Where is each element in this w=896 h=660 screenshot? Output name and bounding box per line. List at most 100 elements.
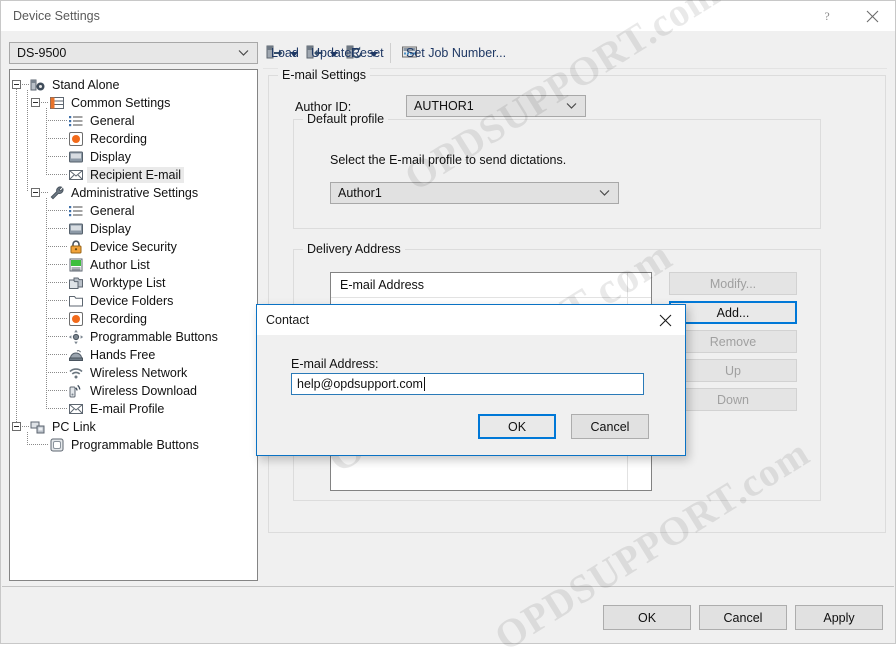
down-button[interactable]: Down [669, 388, 797, 411]
delivery-address-list-header[interactable]: E-mail Address [331, 273, 651, 298]
text-caret [423, 377, 425, 391]
remove-button[interactable]: Remove [669, 330, 797, 353]
record-dot-icon [68, 311, 84, 327]
tree-item-programmable-buttons[interactable]: Programmable Buttons [68, 328, 221, 346]
list-grid-icon [49, 95, 65, 111]
tree-expander-minus-icon[interactable] [31, 98, 40, 107]
tree-expander-minus-icon[interactable] [31, 188, 40, 197]
contact-dialog-titlebar: Contact [257, 305, 685, 335]
tree-item-label: Common Settings [71, 96, 171, 110]
record-dot-icon [68, 131, 84, 147]
tree-item-wireless-network[interactable]: Wireless Network [68, 364, 190, 382]
tree-item-label: PC Link [52, 420, 96, 434]
ok-button[interactable]: OK [603, 605, 691, 630]
tree-item-pc-link[interactable]: PC Link [30, 418, 99, 436]
up-button[interactable]: Up [669, 359, 797, 382]
hands-free-icon [68, 347, 84, 363]
tree-item-display[interactable]: Display [68, 148, 134, 166]
tree-item-stand-alone[interactable]: Stand Alone [30, 76, 122, 94]
tree-expander-minus-icon[interactable] [12, 422, 21, 431]
add-button[interactable]: Add... [669, 301, 797, 324]
chevron-down-icon [566, 102, 577, 110]
dialog-cancel-button[interactable]: Cancel [571, 414, 649, 439]
tree-expander-minus-icon[interactable] [12, 80, 21, 89]
close-icon[interactable] [850, 1, 895, 31]
apply-button[interactable]: Apply [795, 605, 883, 630]
button-square-icon [49, 437, 65, 453]
default-profile-select[interactable]: Author1 [330, 182, 619, 204]
tree-item-label: Device Security [90, 240, 177, 254]
toolbar-update-button[interactable]: Update [303, 40, 351, 66]
help-icon[interactable]: ? [804, 1, 849, 31]
tree-item-recording[interactable]: Recording [68, 310, 150, 328]
tree-item-label: Author List [90, 258, 150, 272]
monitor-icon [68, 221, 84, 237]
tree-item-common-settings[interactable]: Common Settings [49, 94, 173, 112]
tree-item-label: Recording [90, 312, 147, 326]
envelope-icon [68, 401, 84, 417]
cancel-button[interactable]: Cancel [699, 605, 787, 630]
contact-dialog-title: Contact [266, 313, 310, 327]
tree-item-label: Recipient E-mail [87, 167, 185, 183]
author-id-select[interactable]: AUTHOR1 [406, 95, 586, 117]
toolbar-set-job-number-button[interactable]: Set Job Number... [398, 40, 506, 66]
settings-tree[interactable]: Stand Alone Common Settings General Recordi… [9, 69, 258, 581]
modify-button[interactable]: Modify... [669, 272, 797, 295]
tree-item-administrative-settings[interactable]: Administrative Settings [49, 184, 201, 202]
tree-item-e-mail-profile[interactable]: E-mail Profile [68, 400, 167, 418]
close-icon[interactable] [645, 305, 685, 335]
chevron-down-icon [238, 49, 249, 57]
pc-link-icon [30, 419, 46, 435]
tree-item-recording[interactable]: Recording [68, 130, 150, 148]
delivery-address-column-header: E-mail Address [340, 278, 425, 292]
delivery-address-caption: Delivery Address [303, 242, 405, 256]
question-mark-glyph: ? [824, 9, 829, 23]
dialog-footer: OK Cancel Apply [2, 587, 894, 643]
wireless-download-icon [68, 383, 84, 399]
tree-item-recipient-e-mail[interactable]: Recipient E-mail [68, 166, 185, 184]
email-address-input[interactable]: help@opdsupport.com [291, 373, 644, 395]
tree-item-label: General [90, 114, 135, 128]
device-model-select[interactable]: DS-9500 [9, 42, 258, 64]
close-glyph [866, 10, 879, 22]
toolbar-separator [390, 43, 391, 63]
tree-item-label: Stand Alone [52, 78, 120, 92]
dpad-icon [68, 329, 84, 345]
tree-item-general[interactable]: General [68, 112, 137, 130]
default-profile-value: Author1 [338, 186, 382, 200]
author-id-value: AUTHOR1 [414, 99, 474, 113]
tree-item-device-security[interactable]: Device Security [68, 238, 180, 256]
email-address-value: help@opdsupport.com [297, 377, 423, 391]
tree-item-label: Worktype List [90, 276, 166, 290]
tree-item-author-list[interactable]: Author List [68, 256, 153, 274]
tree-item-worktype-list[interactable]: Worktype List [68, 274, 169, 292]
dialog-ok-button[interactable]: OK [478, 414, 556, 439]
device-gear-icon [30, 77, 46, 93]
toolbar-set-job-number-label: Set Job Number... [406, 46, 507, 60]
folder-icon [68, 293, 84, 309]
tree-item-label: Display [90, 150, 131, 164]
author-card-icon [68, 257, 84, 273]
tree-item-display[interactable]: Display [68, 220, 134, 238]
main-toolbar: Load Update Reset Set Job Number... [263, 38, 887, 68]
tree-item-hands-free[interactable]: Hands Free [68, 346, 158, 364]
window-title: Device Settings [13, 9, 100, 23]
tree-item-wireless-download[interactable]: Wireless Download [68, 382, 200, 400]
tree-item-label: Administrative Settings [71, 186, 199, 200]
svg-text:?: ? [824, 9, 829, 23]
tree-item-label: Wireless Download [90, 384, 197, 398]
tree-item-label: Wireless Network [90, 366, 188, 380]
tree-item-label: E-mail Profile [90, 402, 165, 416]
toolbar-reset-label: Reset [351, 46, 384, 60]
tree-item-general[interactable]: General [68, 202, 137, 220]
tree-item-label: Programmable Buttons [71, 438, 199, 452]
window-titlebar: Device Settings ? [1, 1, 895, 31]
tree-item-programmable-buttons[interactable]: Programmable Buttons [49, 436, 202, 454]
tree-item-label: Hands Free [90, 348, 156, 362]
tree-item-label: Programmable Buttons [90, 330, 218, 344]
tree-item-label: General [90, 204, 135, 218]
wifi-icon [68, 365, 84, 381]
toolbar-load-button[interactable]: Load [263, 40, 303, 66]
tree-item-device-folders[interactable]: Device Folders [68, 292, 176, 310]
bullet-list-icon [68, 113, 84, 129]
